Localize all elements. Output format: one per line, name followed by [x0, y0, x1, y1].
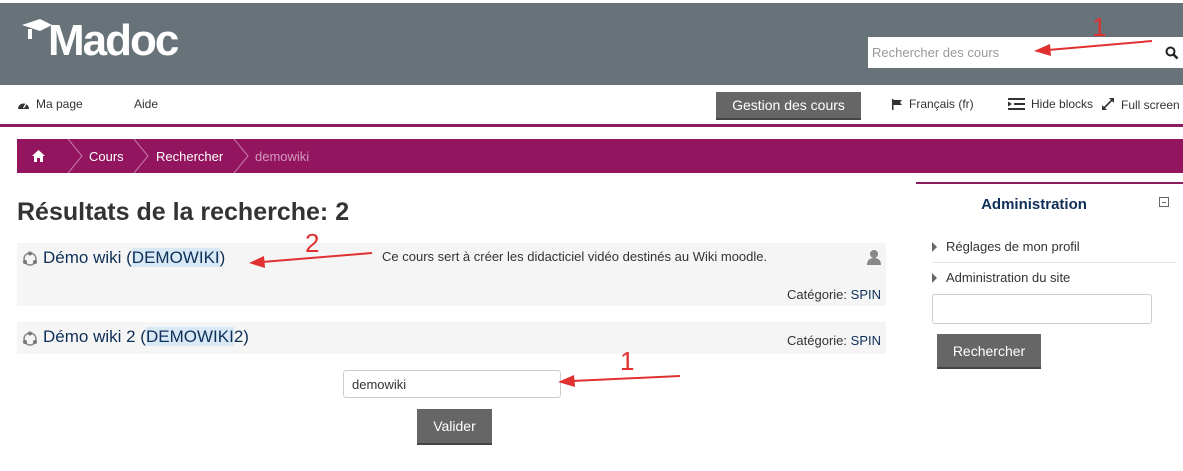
category-link[interactable]: SPIN — [851, 287, 881, 302]
course-category: Catégorie: SPIN — [787, 333, 881, 348]
collapse-icon[interactable] — [1159, 197, 1169, 207]
course-icon — [23, 331, 37, 346]
admin-search-button[interactable]: Rechercher — [937, 334, 1041, 369]
annotation-number: 2 — [305, 228, 320, 258]
language-menu[interactable]: Français (fr) — [892, 97, 974, 111]
nav-my-page-label: Ma page — [36, 97, 83, 111]
nav-my-page[interactable]: Ma page — [17, 97, 83, 111]
breadcrumb-rechercher[interactable]: Rechercher — [156, 139, 223, 173]
annotation-number: 1 — [620, 346, 635, 376]
breadcrumb: Cours Rechercher demowiki — [17, 139, 1183, 173]
course-icon — [23, 251, 37, 266]
expand-icon — [1102, 98, 1114, 110]
navbar: Ma page Aide Gestion des cours Français … — [0, 85, 1183, 127]
full-screen-button[interactable]: Full screen — [1101, 97, 1180, 112]
page-title: Résultats de la recherche: 2 — [17, 198, 350, 226]
manage-courses-button[interactable]: Gestion des cours — [716, 92, 861, 120]
breadcrumb-separator — [67, 139, 83, 173]
indent-icon — [1008, 98, 1025, 110]
expand-triangle-icon — [932, 273, 937, 283]
course-category: Catégorie: SPIN — [787, 287, 881, 302]
course-name-prefix: Démo wiki ( — [43, 248, 132, 267]
block-top-border — [916, 182, 1183, 184]
course-summary: Ce cours sert à créer les didacticiel vi… — [382, 249, 768, 264]
admin-item-label: Administration du site — [946, 270, 1071, 285]
hide-blocks-button[interactable]: Hide blocks — [1008, 97, 1093, 111]
breadcrumb-current: demowiki — [255, 149, 310, 164]
course-code-highlight: DEMOWIKI — [131, 248, 220, 267]
language-label: Français (fr) — [909, 97, 974, 111]
category-label: Catégorie: — [787, 287, 848, 302]
block-title: Administration — [981, 196, 1087, 213]
course-search-field[interactable] — [343, 370, 561, 398]
admin-item-label: Réglages de mon profil — [946, 239, 1080, 254]
category-label: Catégorie: — [787, 333, 848, 348]
admin-item-site-administration[interactable]: Administration du site — [932, 270, 1070, 285]
dashboard-icon — [18, 103, 29, 109]
flag-icon — [892, 99, 902, 110]
course-link[interactable]: Démo wiki 2 (DEMOWIKI2) — [43, 327, 249, 347]
course-name-prefix: Démo wiki 2 ( — [43, 327, 146, 346]
site-header: Madoc — [0, 3, 1183, 85]
submit-button[interactable]: Valider — [417, 409, 492, 445]
user-icon[interactable] — [866, 249, 882, 265]
hide-blocks-label: Hide blocks — [1031, 97, 1094, 111]
course-name-suffix: ) — [219, 248, 226, 267]
category-link[interactable]: SPIN — [851, 333, 881, 348]
course-search-box — [868, 37, 1183, 68]
course-result: Démo wiki (DEMOWIKI) Ce cours sert à cré… — [17, 243, 886, 306]
administration-block: Administration Réglages de mon profil Ad… — [916, 182, 1183, 382]
breadcrumb-cours[interactable]: Cours — [89, 139, 124, 173]
admin-search-input[interactable] — [932, 294, 1152, 324]
divider — [932, 262, 1176, 263]
annotation-number: 1 — [1092, 12, 1107, 42]
admin-item-profile-settings[interactable]: Réglages de mon profil — [932, 239, 1080, 254]
breadcrumb-separator — [133, 139, 149, 173]
course-name-suffix: 2) — [233, 327, 249, 346]
search-icon[interactable] — [1165, 46, 1179, 60]
course-code-highlight: DEMOWIKI — [145, 327, 234, 346]
logo-text: Madoc — [48, 16, 179, 65]
course-result: Démo wiki 2 (DEMOWIKI2) Catégorie: SPIN — [17, 322, 886, 354]
navbar-divider — [0, 124, 1183, 127]
full-screen-label: Full screen — [1121, 98, 1180, 112]
home-icon[interactable] — [32, 150, 45, 162]
course-link[interactable]: Démo wiki (DEMOWIKI) — [43, 248, 225, 268]
expand-triangle-icon — [932, 242, 937, 252]
breadcrumb-separator — [233, 139, 249, 173]
nav-help[interactable]: Aide — [134, 97, 158, 111]
